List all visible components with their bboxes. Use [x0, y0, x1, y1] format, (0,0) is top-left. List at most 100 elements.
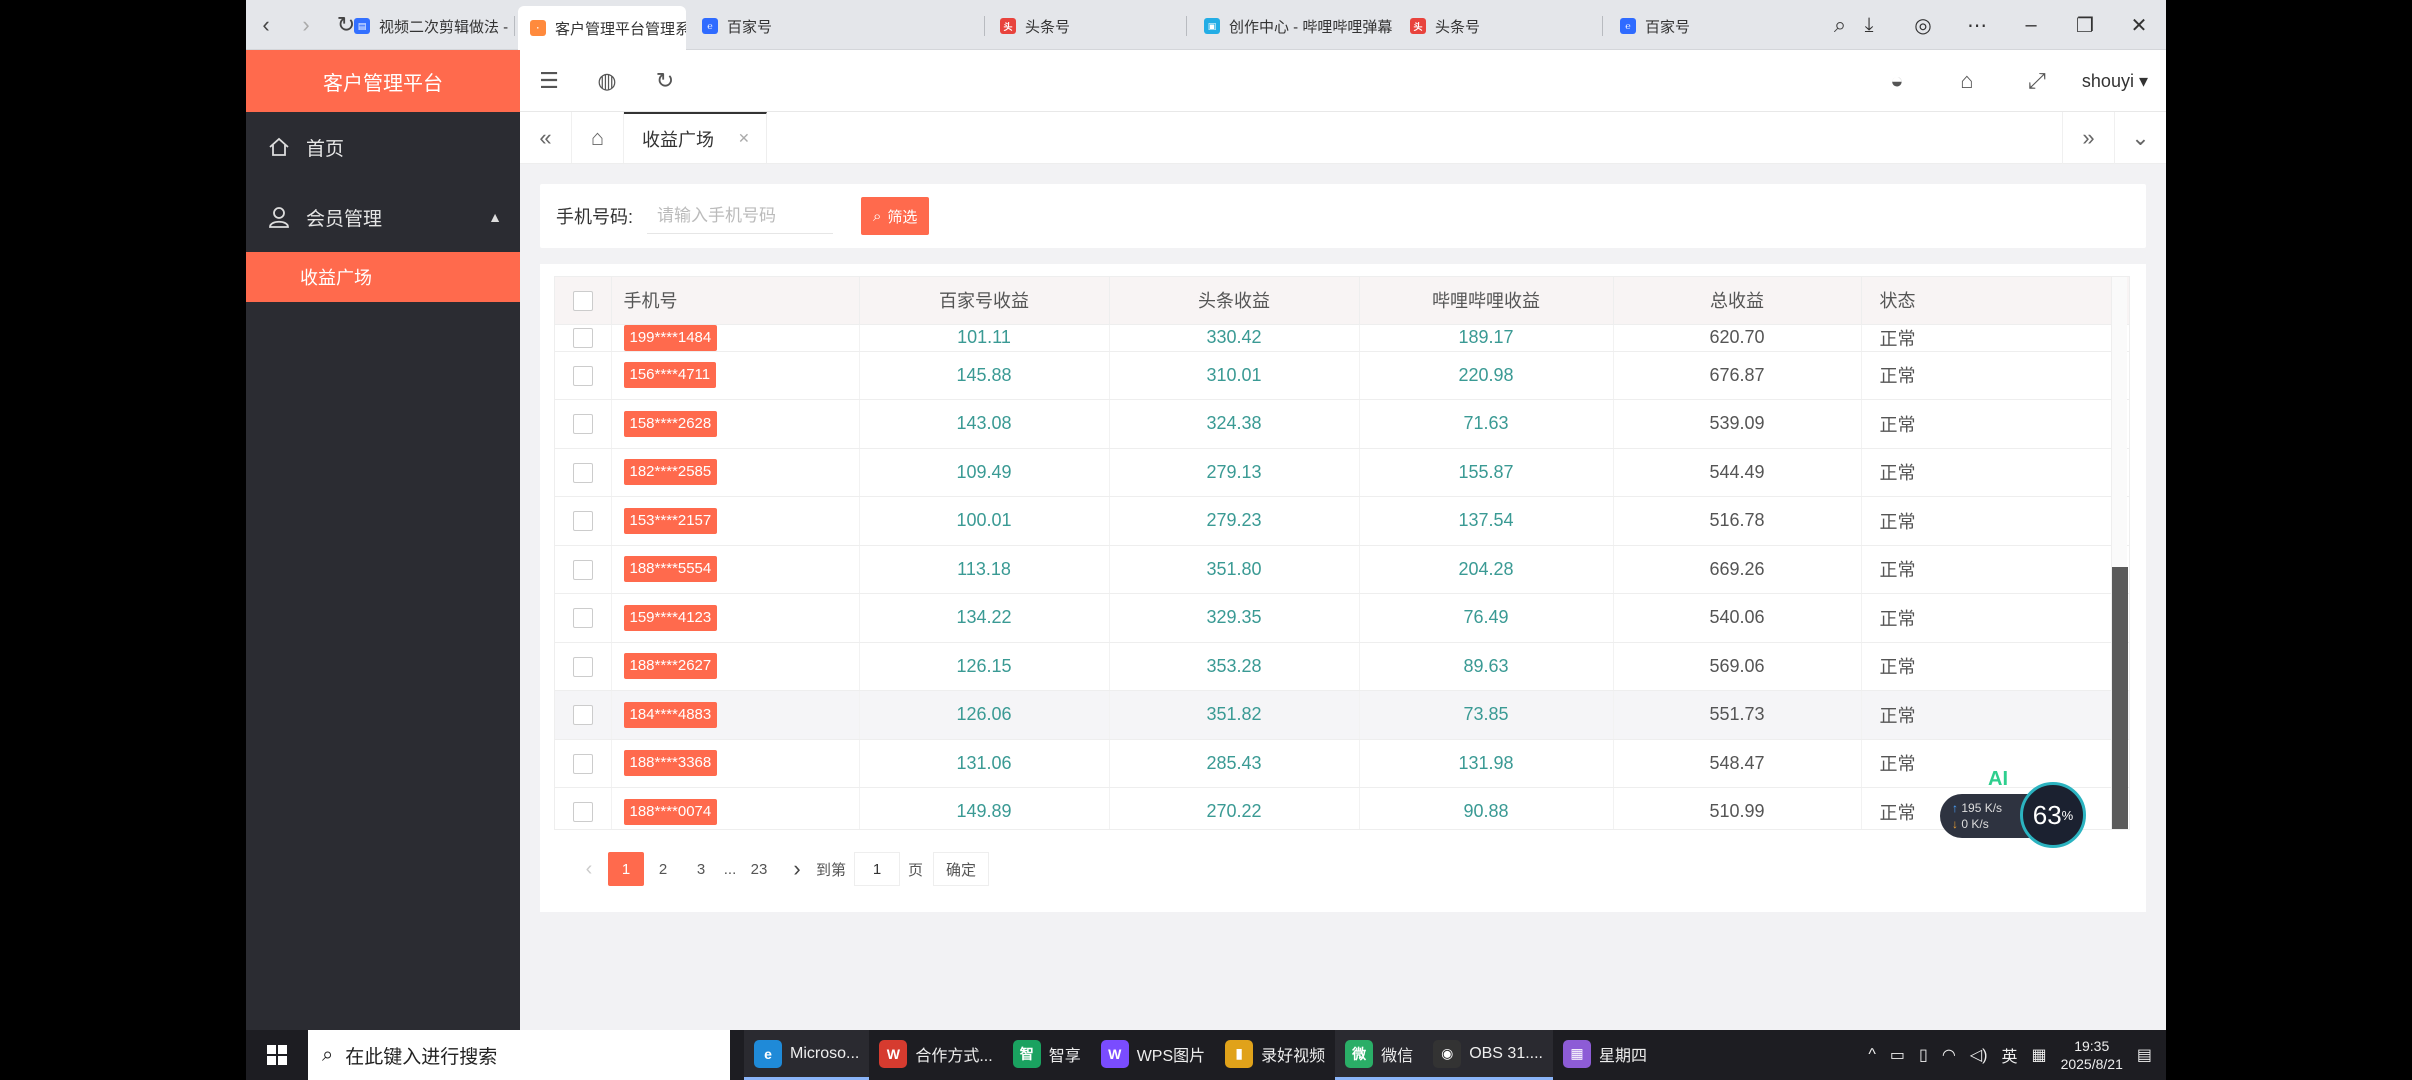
table-row[interactable]: 153****2157 100.01 279.23 137.54 516.78 正常	[555, 496, 2129, 546]
tag-icon[interactable]: ⌂	[1932, 50, 2002, 112]
taskbar-app[interactable]: W 合作方式...	[869, 1030, 1002, 1080]
row-checkbox[interactable]	[572, 608, 593, 629]
col-header-phone[interactable]: 手机号	[611, 277, 860, 325]
table-row[interactable]: 188****3368 131.06 285.43 131.98 548.47 正常	[555, 739, 2129, 788]
mic-icon[interactable]: ▯	[1919, 1045, 1928, 1065]
back-icon[interactable]: ‹	[246, 0, 286, 50]
taskbar-app[interactable]: ▦ 星期四	[1553, 1030, 1657, 1080]
sidebar-item-member[interactable]: 会员管理 ▲	[246, 182, 520, 252]
theme-icon[interactable]: ◒	[1862, 50, 1932, 112]
page-last[interactable]: 23	[740, 852, 778, 886]
sidebar-subitem-earnings[interactable]: 收益广场	[246, 252, 520, 302]
notification-icon[interactable]: ▤	[2137, 1045, 2152, 1065]
row-checkbox[interactable]	[572, 511, 593, 532]
phone-badge[interactable]: 184****4883	[623, 701, 718, 728]
volume-icon[interactable]: ◁)	[1970, 1045, 1988, 1065]
close-tab-icon[interactable]: ✕	[738, 130, 750, 147]
browser-tab-5[interactable]: ▣ 创作中心 - 哔哩哔哩弹幕	[1192, 6, 1398, 46]
col-header-total[interactable]: 总收益	[1613, 277, 1862, 325]
row-checkbox[interactable]	[572, 559, 593, 580]
col-header-bilibili[interactable]: 哔哩哔哩收益	[1359, 277, 1614, 325]
row-checkbox[interactable]	[572, 365, 593, 386]
goto-confirm-button[interactable]: 确定	[933, 852, 990, 886]
tabs-right-icon[interactable]: »	[2062, 112, 2114, 164]
phone-badge[interactable]: 158****2628	[623, 410, 718, 437]
filter-button[interactable]: ⌕ 筛选	[861, 197, 930, 235]
next-page-icon[interactable]: ›	[778, 852, 816, 886]
row-checkbox[interactable]	[572, 753, 593, 774]
phone-badge[interactable]: 156****4711	[623, 362, 717, 389]
phone-badge[interactable]: 199****1484	[623, 324, 718, 351]
page-2[interactable]: 2	[644, 852, 682, 886]
table-row[interactable]: 156****4711 145.88 310.01 220.98 676.87 正常	[555, 351, 2129, 400]
scrollbar-thumb[interactable]	[2112, 567, 2128, 829]
col-header-status[interactable]: 状态	[1861, 277, 2112, 325]
phone-badge[interactable]: 153****2157	[623, 507, 718, 534]
refresh-icon[interactable]: ↻	[636, 50, 694, 112]
row-checkbox[interactable]	[572, 328, 593, 349]
row-checkbox[interactable]	[572, 802, 593, 823]
ime-grid-icon[interactable]: ▦	[2031, 1045, 2046, 1065]
table-row[interactable]: 182****2585 109.49 279.13 155.87 544.49 正常	[555, 448, 2129, 497]
fullscreen-icon[interactable]: ⤢	[2002, 50, 2072, 112]
page-3[interactable]: 3	[682, 852, 720, 886]
browser-tab-2-active[interactable]: · 客户管理平台管理系	[518, 6, 686, 50]
row-checkbox[interactable]	[572, 705, 593, 726]
wifi-icon[interactable]: ◠	[1942, 1045, 1956, 1065]
restore-icon[interactable]: ❐	[2058, 13, 2112, 38]
more-icon[interactable]: ⋯	[1950, 13, 2004, 38]
table-row[interactable]: 188****5554 113.18 351.80 204.28 669.26 正常	[555, 545, 2129, 594]
taskbar-app[interactable]: e Microso...	[744, 1030, 870, 1080]
row-checkbox[interactable]	[572, 656, 593, 677]
forward-icon[interactable]: ›	[286, 0, 326, 50]
download-icon[interactable]: ⤓	[1842, 14, 1896, 37]
tray-expand-icon[interactable]: ^	[1868, 1046, 1876, 1064]
col-header-toutiao[interactable]: 头条收益	[1109, 277, 1360, 325]
tabs-left-icon[interactable]: «	[520, 112, 572, 163]
battery-icon[interactable]: ▭	[1890, 1045, 1905, 1065]
table-row[interactable]: 188****0074 149.89 270.22 90.88 510.99 正常	[555, 787, 2129, 829]
phone-badge[interactable]: 182****2585	[623, 459, 718, 486]
tab-earnings[interactable]: 收益广场 ✕	[624, 112, 767, 163]
taskbar-app[interactable]: ▮ 录好视频	[1215, 1030, 1335, 1080]
taskbar-app[interactable]: W WPS图片	[1091, 1030, 1215, 1080]
taskbar-app[interactable]: ◉ OBS 31....	[1423, 1030, 1553, 1080]
browser-tab-1[interactable]: ▤ 视频二次剪辑做法 - 飞书	[342, 6, 512, 46]
close-icon[interactable]: ✕	[2112, 13, 2166, 38]
website-icon[interactable]: ◍	[578, 50, 636, 112]
select-all-checkbox[interactable]	[572, 290, 593, 311]
phone-badge[interactable]: 159****4123	[623, 604, 718, 631]
browser-tab-6[interactable]: 头 头条号	[1398, 6, 1598, 46]
table-row[interactable]: 188****2627 126.15 353.28 89.63 569.06 正常	[555, 642, 2129, 691]
page-1[interactable]: 1	[608, 852, 644, 886]
table-row[interactable]: 159****4123 134.22 329.35 76.49 540.06 正常	[555, 593, 2129, 643]
taskbar-app[interactable]: 智智享	[1003, 1030, 1091, 1080]
table-row[interactable]: 184****4883 126.06 351.82 73.85 551.73 正常	[555, 690, 2129, 740]
home-tab-icon[interactable]: ⌂	[572, 112, 624, 163]
net-speed-widget[interactable]: ↑ 195 K/s ↓ 0 K/s AI 63%	[1940, 768, 2090, 848]
clock[interactable]: 19:35 2025/8/21	[2061, 1037, 2123, 1073]
taskbar-search[interactable]: ⌕ 在此键入进行搜索	[308, 1030, 730, 1080]
browser-tab-3[interactable]: ℮ 百家号	[690, 6, 900, 46]
tabs-dropdown-icon[interactable]: ⌄	[2114, 112, 2166, 164]
windows-start-icon[interactable]	[246, 1030, 308, 1080]
phone-search-input[interactable]	[647, 198, 834, 234]
table-row[interactable]: 158****2628 143.08 324.38 71.63 539.09 正常	[555, 399, 2129, 449]
phone-badge[interactable]: 188****3368	[623, 750, 718, 777]
phone-badge[interactable]: 188****2627	[623, 653, 718, 680]
phone-badge[interactable]: 188****0074	[623, 798, 718, 825]
prev-page-icon[interactable]: ‹	[570, 852, 608, 886]
row-checkbox[interactable]	[572, 414, 593, 435]
phone-badge[interactable]: 188****5554	[623, 556, 718, 583]
collapse-menu-icon[interactable]: ☰	[520, 50, 578, 112]
minimize-icon[interactable]: –	[2004, 14, 2058, 37]
browser-tab-7[interactable]: ℮ 百家号	[1608, 6, 1804, 46]
goto-page-input[interactable]: 1	[854, 852, 901, 886]
col-header-baijia[interactable]: 百家号收益	[859, 277, 1110, 325]
table-row[interactable]: 199****1484 101.11 330.42 189.17 620.70 正常	[555, 324, 2129, 352]
taskbar-app[interactable]: 微微信	[1335, 1030, 1424, 1080]
globe-icon[interactable]: ◎	[1896, 13, 1950, 38]
table-scrollbar[interactable]	[2111, 277, 2128, 829]
ime-indicator[interactable]: 英	[2001, 1043, 2017, 1067]
user-menu[interactable]: shouyi ▾	[2072, 71, 2166, 92]
